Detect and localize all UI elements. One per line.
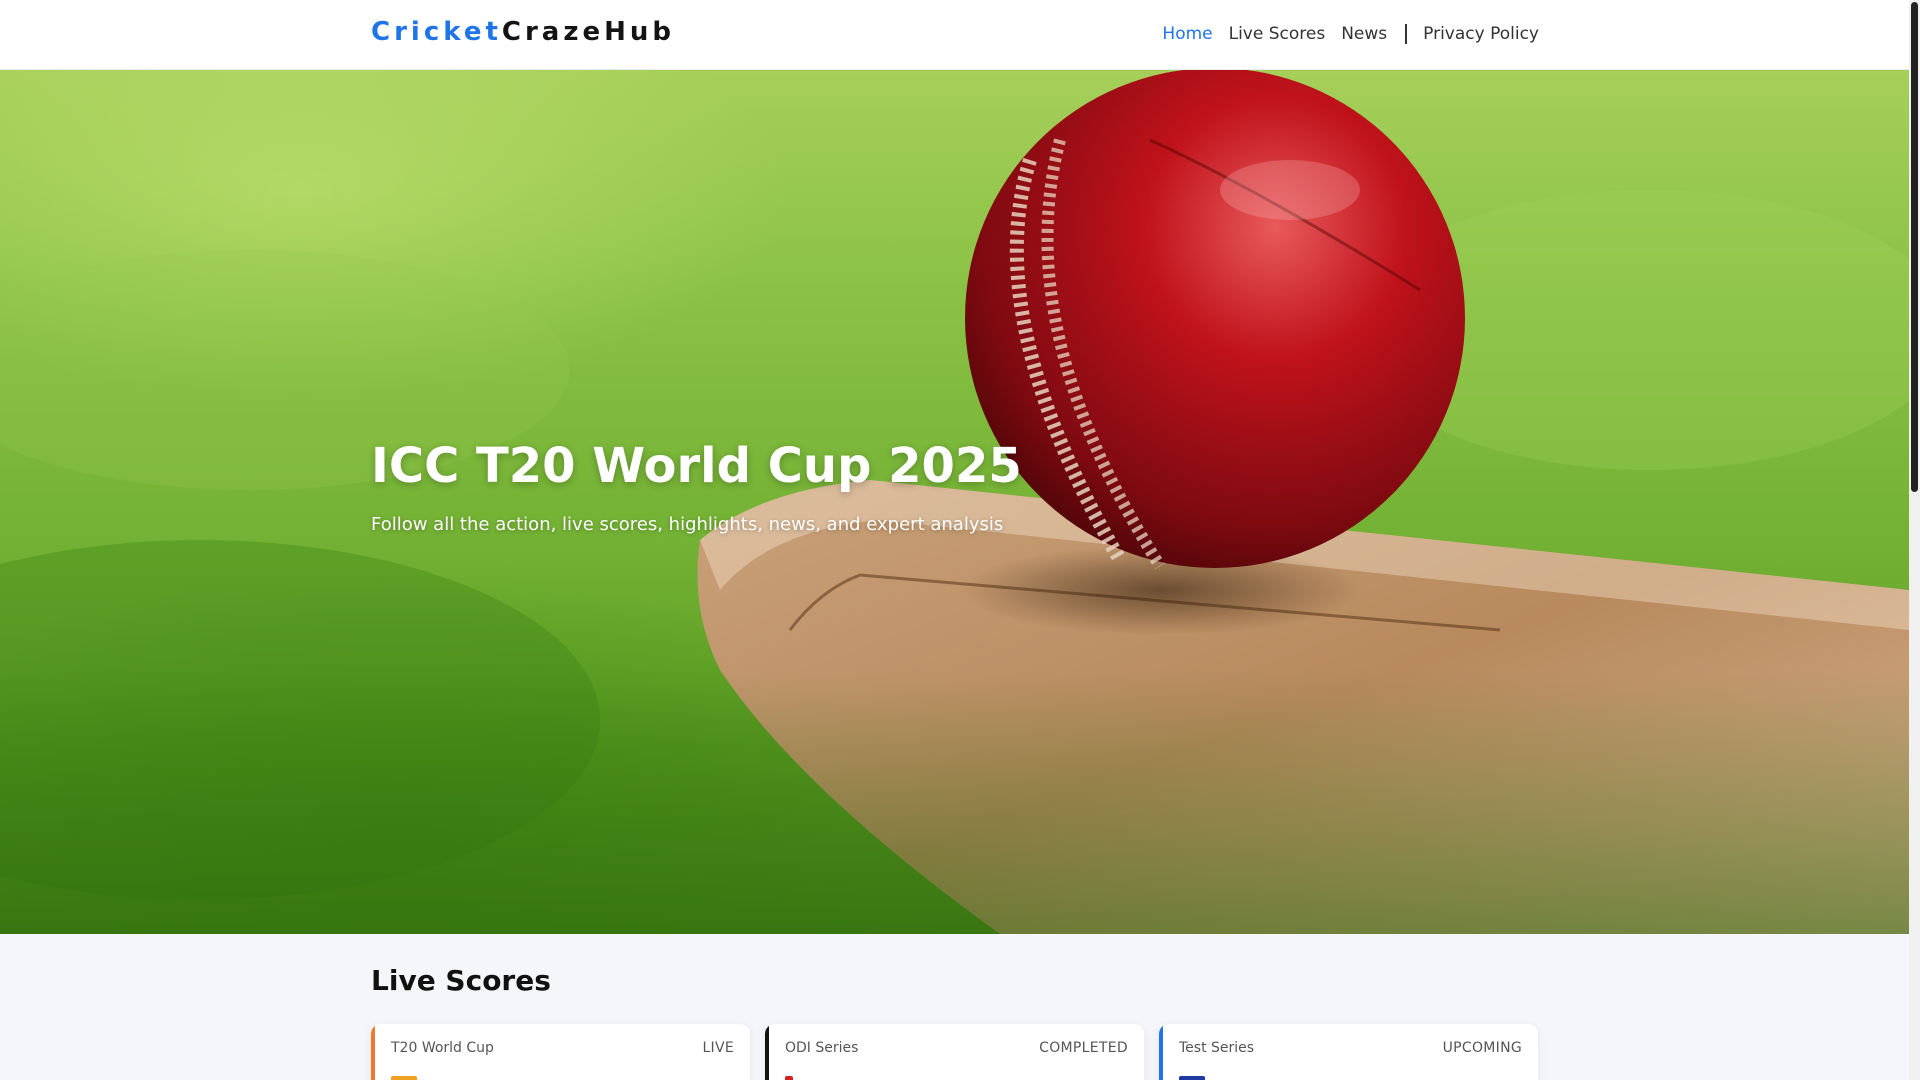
score-card[interactable]: ODI Series COMPLETED [765,1024,1144,1080]
nav-live-scores-link[interactable]: Live Scores [1229,24,1326,44]
logo-cricket: Cricket [371,17,502,47]
team-flag-icon [391,1076,417,1080]
nav-privacy-link[interactable]: Privacy Policy [1423,24,1539,44]
hero-banner: ICC T20 World Cup 2025 Follow all the ac… [0,70,1909,934]
live-scores-heading: Live Scores [371,964,551,997]
card-status-badge: LIVE [702,1040,734,1056]
page: CricketCrazeHub Home Live Scores News Pr… [0,0,1920,1080]
site-header: CricketCrazeHub Home Live Scores News Pr… [0,0,1909,70]
score-cards: T20 World Cup LIVE ODI Series COMPLETED … [371,1024,1539,1080]
card-series-name: T20 World Cup [391,1040,494,1056]
card-series-name: ODI Series [785,1040,859,1056]
nav-news-link[interactable]: News [1341,24,1387,44]
hero-content: ICC T20 World Cup 2025 Follow all the ac… [371,438,1022,535]
main-nav: Home Live Scores News Privacy Policy [1162,24,1539,44]
score-card[interactable]: T20 World Cup LIVE [371,1024,750,1080]
card-accent-stripe [765,1024,769,1080]
card-accent-stripe [1159,1024,1163,1080]
cricket-ball-shape [965,70,1465,568]
team-flag-icon [1179,1076,1205,1080]
team-flag-icon [785,1076,793,1080]
score-card[interactable]: Test Series UPCOMING [1159,1024,1538,1080]
card-status-badge: UPCOMING [1442,1040,1522,1056]
viewport: CricketCrazeHub Home Live Scores News Pr… [0,0,1909,1080]
card-accent-stripe [371,1024,375,1080]
nav-home-link[interactable]: Home [1162,24,1212,44]
logo-crazehub: CrazeHub [501,17,675,47]
scrollbar-thumb[interactable] [1911,2,1918,492]
card-series-name: Test Series [1179,1040,1255,1056]
card-status-badge: COMPLETED [1039,1040,1128,1056]
hero-subtitle: Follow all the action, live scores, high… [371,514,1004,535]
nav-divider [1405,24,1408,44]
hero-title: ICC T20 World Cup 2025 [371,438,1022,494]
page-scrollbar[interactable] [1909,0,1920,1080]
site-logo[interactable]: CricketCrazeHub [371,17,675,47]
